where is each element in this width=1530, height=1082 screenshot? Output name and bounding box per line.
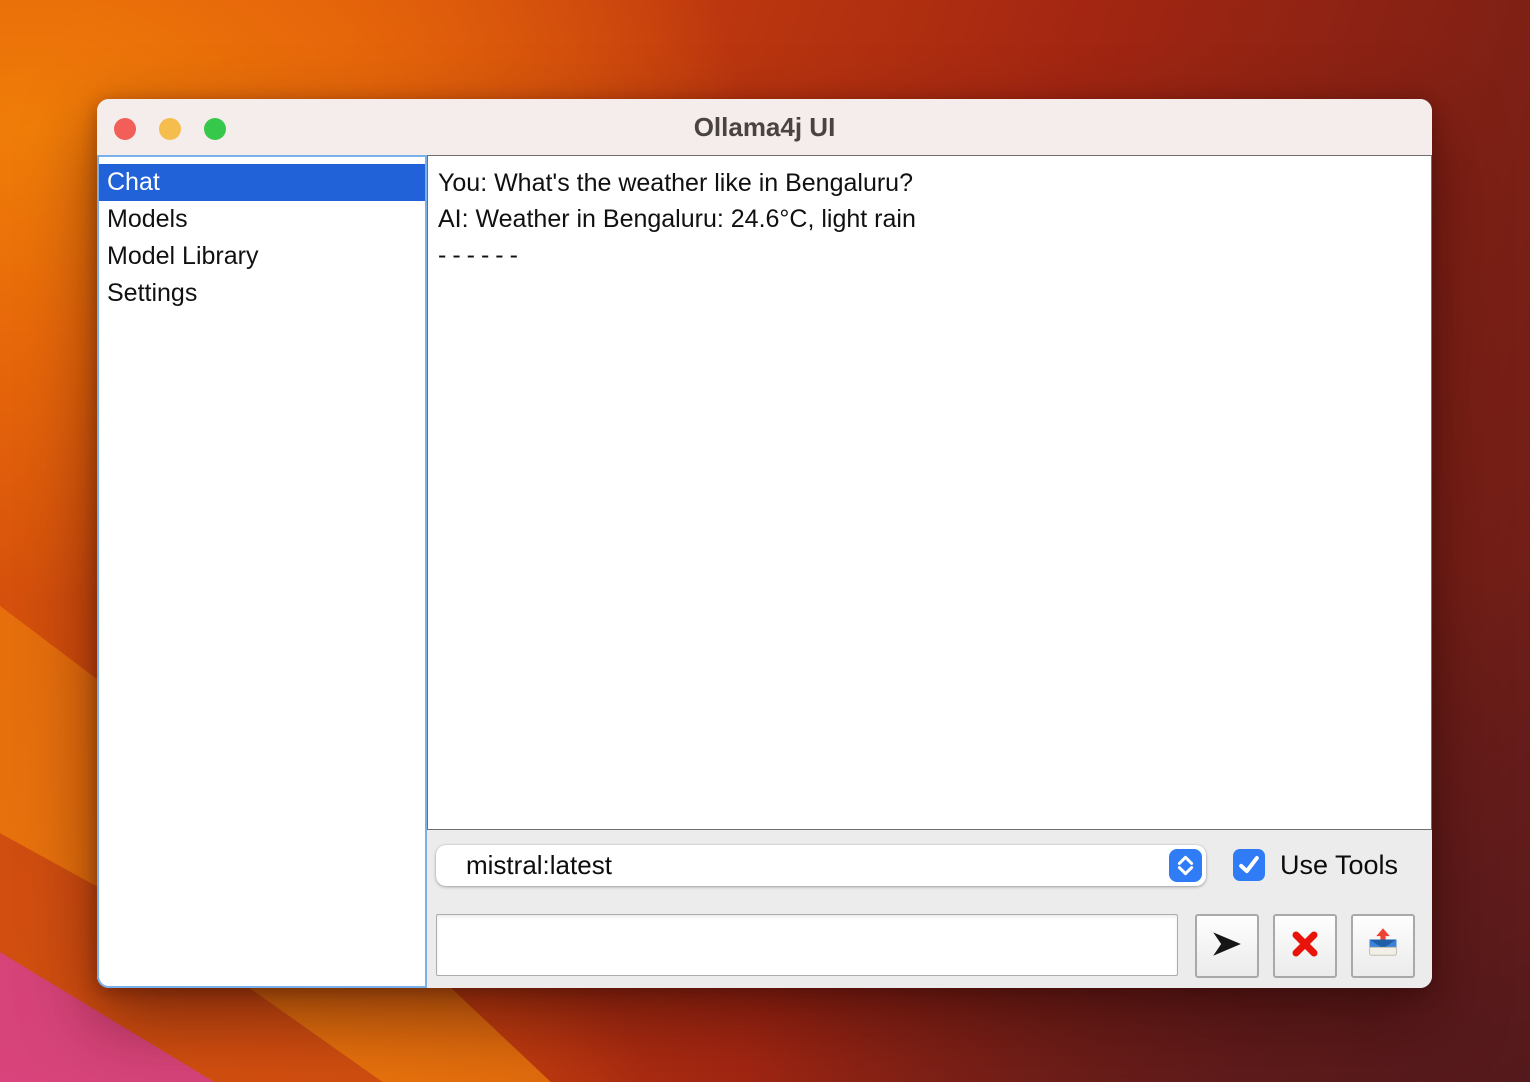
chat-transcript[interactable]: You: What's the weather like in Bengalur… <box>427 155 1432 830</box>
use-tools-label: Use Tools <box>1280 850 1398 881</box>
sidebar-item-settings[interactable]: Settings <box>99 275 425 312</box>
red-x-icon <box>1287 926 1323 967</box>
composer-panel: mistral:latest Use Tools <box>427 830 1432 988</box>
chat-message: You: What's the weather like in Bengalur… <box>438 165 1421 201</box>
chat-message: ------ <box>438 237 1421 273</box>
sidebar-item-models[interactable]: Models <box>99 201 425 238</box>
upload-button[interactable] <box>1351 914 1415 978</box>
send-arrow-icon <box>1210 927 1244 966</box>
model-select[interactable]: mistral:latest <box>436 845 1206 886</box>
app-window: Ollama4j UI Chat Models Model Library Se… <box>97 99 1432 988</box>
checkmark-icon <box>1233 849 1265 881</box>
window-title: Ollama4j UI <box>97 99 1432 155</box>
message-input[interactable] <box>436 914 1178 976</box>
clear-button[interactable] <box>1273 914 1337 978</box>
sidebar-item-model-library[interactable]: Model Library <box>99 238 425 275</box>
sidebar: Chat Models Model Library Settings <box>97 155 427 988</box>
model-select-value: mistral:latest <box>466 845 612 886</box>
outbox-tray-icon <box>1365 926 1401 967</box>
use-tools-checkbox[interactable]: Use Tools <box>1233 849 1398 881</box>
sidebar-item-chat[interactable]: Chat <box>99 164 425 201</box>
chat-message: AI: Weather in Bengaluru: 24.6°C, light … <box>438 201 1421 237</box>
send-button[interactable] <box>1195 914 1259 978</box>
title-bar[interactable]: Ollama4j UI <box>97 99 1432 155</box>
up-down-chevrons-icon <box>1169 849 1202 882</box>
